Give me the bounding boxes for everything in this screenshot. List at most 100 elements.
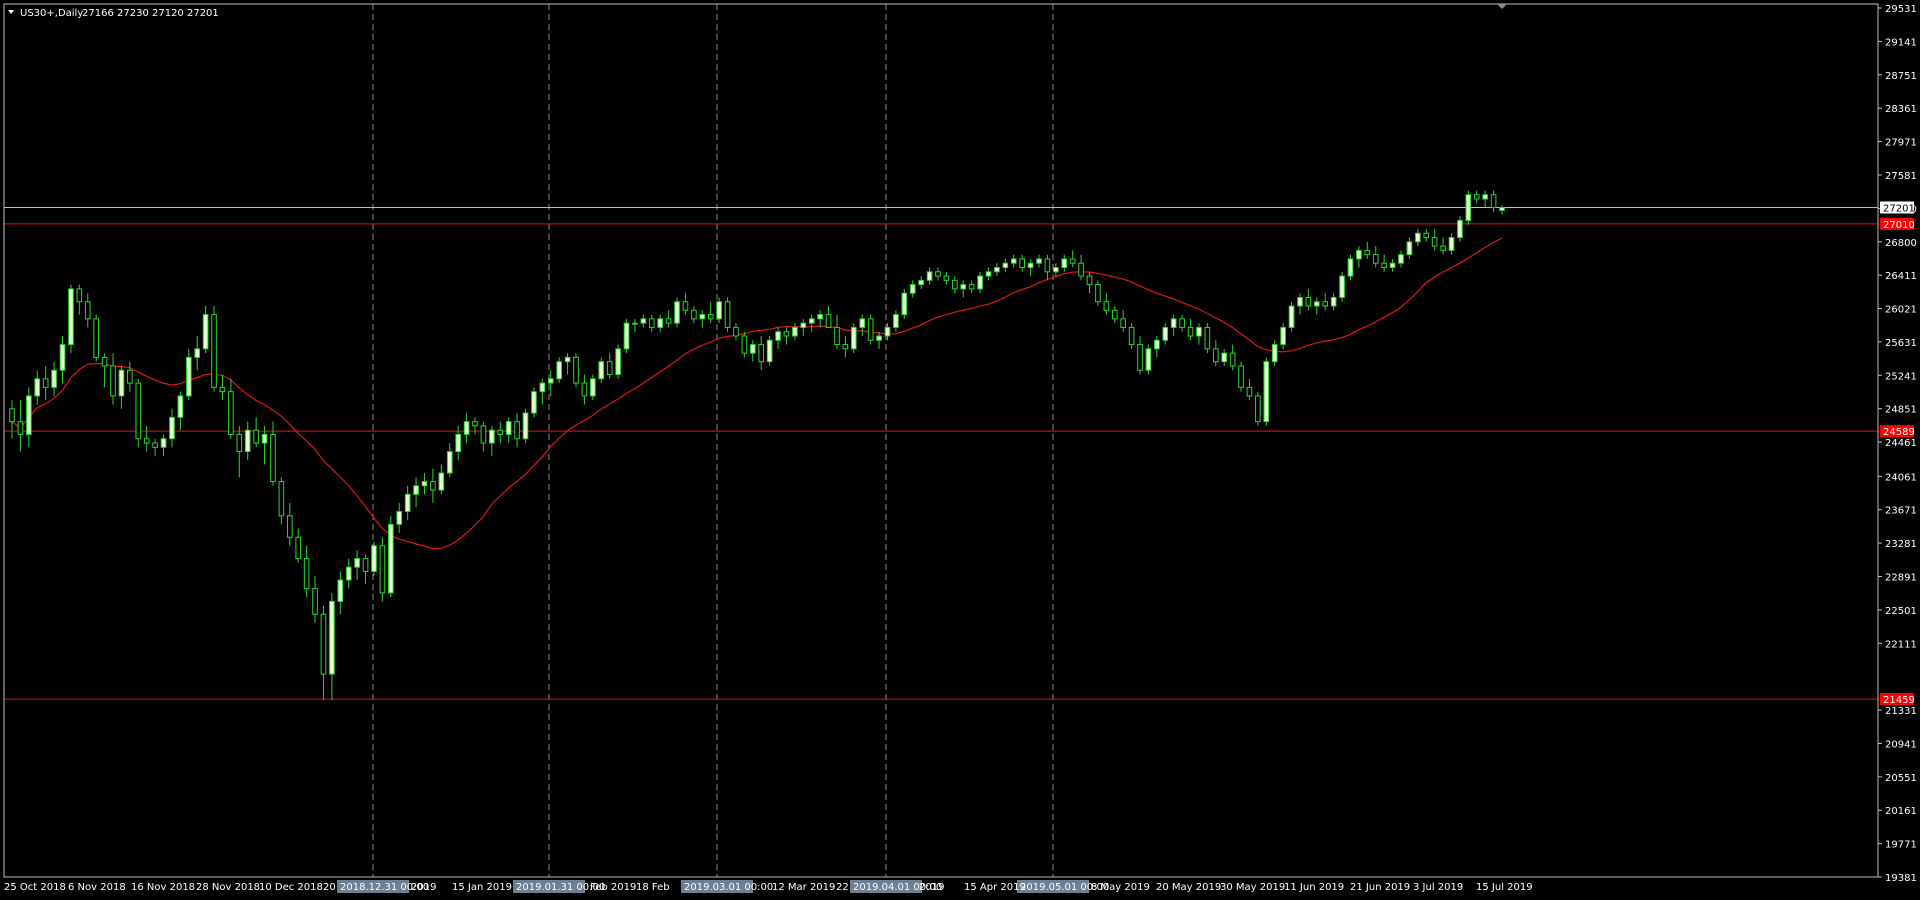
candle[interactable] [404,485,411,521]
candle[interactable] [615,344,621,379]
candle[interactable] [1212,340,1219,366]
candle[interactable] [354,550,360,580]
candle[interactable] [699,310,706,328]
candle[interactable] [1465,190,1472,225]
candle[interactable] [1053,263,1059,277]
candle[interactable] [825,306,832,328]
candle[interactable] [943,271,950,285]
candle[interactable] [371,541,377,576]
candle[interactable] [531,387,537,418]
candle[interactable] [1440,237,1446,255]
candle[interactable] [960,280,967,298]
candle[interactable] [68,284,74,354]
candle[interactable] [758,335,765,371]
candle[interactable] [127,361,133,392]
candle[interactable] [1196,323,1202,345]
candle[interactable] [1305,288,1312,311]
candle[interactable] [1128,323,1135,349]
candle[interactable] [733,323,739,341]
candle[interactable] [1263,357,1270,426]
candle[interactable] [648,314,655,332]
candle[interactable] [1313,297,1320,315]
candle[interactable] [817,310,823,328]
candle[interactable] [876,331,882,349]
candle[interactable] [1347,254,1354,281]
candle[interactable] [110,353,116,405]
candle[interactable] [918,276,924,289]
candle[interactable] [935,267,941,281]
candle[interactable] [606,353,613,379]
candle[interactable] [236,425,243,478]
candle[interactable] [446,443,453,478]
candle[interactable] [1415,228,1421,247]
dropdown-arrow-icon[interactable] [8,10,14,14]
candle[interactable] [261,425,268,465]
candle[interactable] [84,293,91,328]
candle[interactable] [211,306,217,392]
candle[interactable] [564,353,571,375]
candle[interactable] [1229,344,1236,371]
candle[interactable] [472,417,478,435]
candlestick-chart[interactable]: 2018.12.31 00:00 2019.01.31 00:00 2019.03.… [0,0,1920,900]
candle[interactable] [1019,254,1025,272]
candle[interactable] [1339,271,1345,302]
candle[interactable] [968,280,975,294]
candle[interactable] [497,421,504,444]
candle[interactable] [1271,340,1278,366]
candle[interactable] [244,421,251,461]
candle[interactable] [1297,293,1303,315]
candle[interactable] [1145,344,1152,375]
candle[interactable] [143,425,150,452]
candle[interactable] [985,267,992,281]
candle[interactable] [1078,254,1084,281]
candle[interactable] [286,502,293,546]
candle[interactable] [51,361,57,396]
candle[interactable] [303,545,310,598]
candle[interactable] [514,413,520,448]
candle[interactable] [379,537,386,602]
candle[interactable] [1423,228,1430,242]
candle[interactable] [42,365,49,401]
candle[interactable] [1044,254,1051,281]
candle[interactable] [430,468,436,503]
candle[interactable] [489,425,495,456]
candle[interactable] [867,314,874,345]
candle[interactable] [691,306,697,324]
candle[interactable] [1322,293,1329,311]
candle[interactable] [320,605,327,700]
candle[interactable] [9,400,15,439]
candle[interactable] [362,554,369,585]
candle[interactable] [93,314,99,362]
candle[interactable] [707,301,714,324]
shift-marker-icon[interactable] [1497,4,1507,9]
candle[interactable] [657,314,664,332]
candle[interactable] [1406,237,1413,259]
candle[interactable] [994,263,1000,277]
candle[interactable] [194,335,201,371]
candle[interactable] [1061,254,1068,272]
candle[interactable] [1473,190,1480,204]
candle[interactable] [1069,250,1076,268]
candle[interactable] [396,502,403,533]
candle[interactable] [480,421,487,452]
candle[interactable] [421,472,428,495]
candle[interactable] [1179,314,1185,332]
candle[interactable] [253,417,259,448]
candle[interactable] [1170,314,1177,336]
candle[interactable] [1187,318,1194,341]
chart-window[interactable]: 2018.12.31 00:00 2019.01.31 00:00 2019.03.… [0,0,1920,900]
candle[interactable] [674,297,680,328]
candle[interactable] [329,592,335,700]
candle[interactable] [1204,323,1211,354]
candle[interactable] [337,571,344,615]
candle[interactable] [1288,301,1295,332]
candle[interactable] [1482,190,1488,208]
candle[interactable] [783,327,790,345]
candle[interactable] [26,387,32,448]
candle[interactable] [842,335,849,358]
candle[interactable] [775,327,781,349]
candle[interactable] [893,310,899,332]
candle[interactable] [1154,335,1160,358]
candle[interactable] [850,323,857,354]
candle[interactable] [152,438,158,456]
